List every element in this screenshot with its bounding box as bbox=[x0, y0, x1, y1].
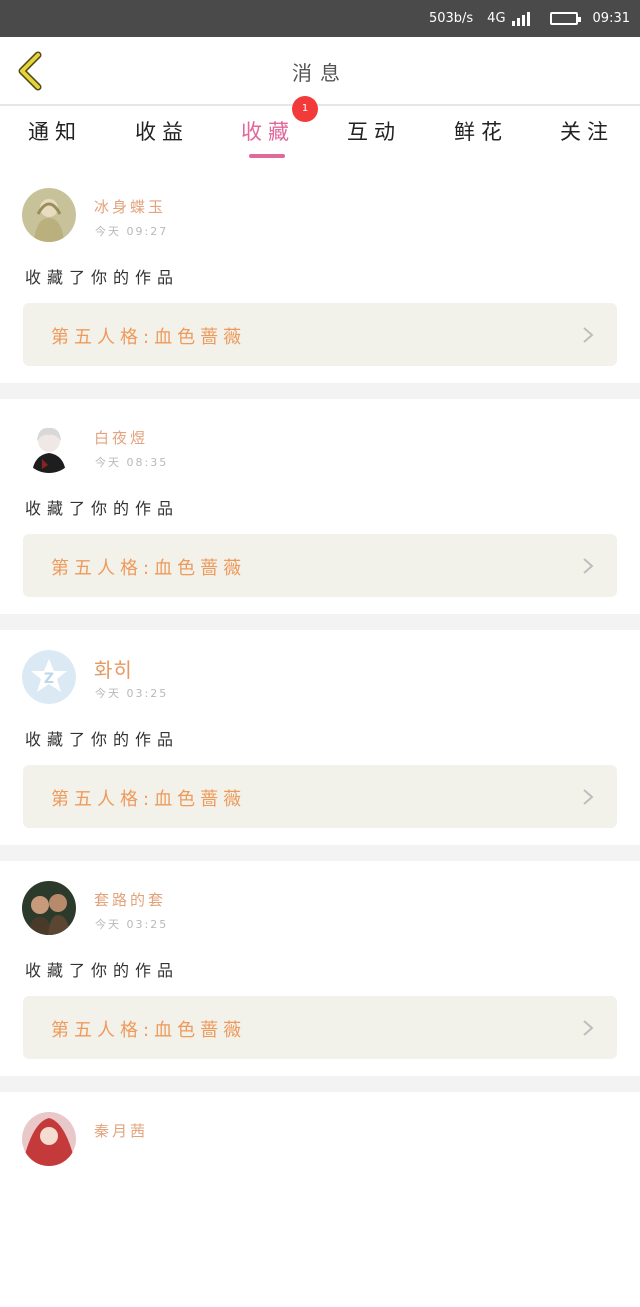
net-speed: 503b/s bbox=[428, 11, 474, 26]
work-title: 第五人格:血色蔷薇 bbox=[51, 327, 247, 348]
tab-follows[interactable]: 关注 bbox=[542, 116, 632, 146]
svg-text:Z: Z bbox=[44, 671, 54, 687]
avatar[interactable] bbox=[22, 188, 76, 242]
tab-flowers[interactable]: 鲜花 bbox=[436, 116, 526, 146]
chevron-right-icon bbox=[583, 789, 594, 805]
status-bar: 503b/s 4G 09:31 bbox=[0, 0, 640, 37]
work-title: 第五人格:血色蔷薇 bbox=[51, 1020, 247, 1041]
tab-label: 鲜花 bbox=[454, 120, 508, 144]
work-link[interactable]: 第五人格:血色蔷薇 bbox=[23, 303, 617, 366]
tab-earnings[interactable]: 收益 bbox=[117, 116, 207, 146]
avatar[interactable] bbox=[22, 1112, 76, 1166]
message-list: 冰身蝶玉 今天 09:27 收藏了你的作品 第五人格:血色蔷薇 白夜煜 今天 0… bbox=[0, 168, 640, 1307]
message-item: 秦月茜 bbox=[0, 1092, 640, 1307]
timestamp: 今天 09:27 bbox=[95, 225, 169, 238]
nav-header: 消息 bbox=[0, 37, 640, 106]
tab-label: 关注 bbox=[560, 120, 614, 144]
work-title: 第五人格:血色蔷薇 bbox=[51, 789, 247, 810]
chevron-right-icon bbox=[583, 1020, 594, 1036]
username[interactable]: 白夜煜 bbox=[94, 427, 148, 448]
timestamp: 今天 08:35 bbox=[95, 456, 169, 469]
tab-label: 收藏 bbox=[241, 120, 295, 144]
avatar[interactable] bbox=[22, 419, 76, 473]
network-type: 4G bbox=[487, 11, 506, 26]
avatar[interactable]: Z bbox=[22, 650, 76, 704]
work-title: 第五人格:血色蔷薇 bbox=[51, 558, 247, 579]
divider bbox=[0, 845, 640, 861]
avatar[interactable] bbox=[22, 881, 76, 935]
active-tab-indicator bbox=[249, 154, 285, 158]
chevron-right-icon bbox=[583, 327, 594, 343]
tab-label: 互动 bbox=[347, 120, 401, 144]
action-text: 收藏了你的作品 bbox=[25, 730, 180, 749]
tab-notifications[interactable]: 通知 bbox=[10, 116, 100, 146]
page-title: 消息 bbox=[292, 61, 348, 85]
divider bbox=[0, 614, 640, 630]
username[interactable]: 화히 bbox=[94, 654, 133, 683]
battery-icon bbox=[549, 12, 581, 25]
work-link[interactable]: 第五人格:血色蔷薇 bbox=[23, 765, 617, 828]
username[interactable]: 冰身蝶玉 bbox=[94, 196, 166, 217]
message-item: Z 화히 今天 03:25 收藏了你的作品 第五人格:血色蔷薇 bbox=[0, 630, 640, 845]
username[interactable]: 套路的套 bbox=[94, 889, 166, 910]
tab-label: 收益 bbox=[135, 120, 189, 144]
tab-interactions[interactable]: 互动 bbox=[329, 116, 419, 146]
work-link[interactable]: 第五人格:血色蔷薇 bbox=[23, 996, 617, 1059]
action-text: 收藏了你的作品 bbox=[25, 499, 180, 518]
timestamp: 今天 03:25 bbox=[95, 918, 169, 931]
divider bbox=[0, 1076, 640, 1092]
signal-icon bbox=[511, 11, 530, 26]
divider bbox=[0, 383, 640, 399]
chevron-right-icon bbox=[583, 558, 594, 574]
tab-label: 通知 bbox=[28, 120, 82, 144]
tab-bar: 通知 收益 收藏 互动 鲜花 关注 1 bbox=[0, 96, 640, 168]
message-item: 套路的套 今天 03:25 收藏了你的作品 第五人格:血色蔷薇 bbox=[0, 861, 640, 1076]
timestamp: 今天 03:25 bbox=[95, 687, 169, 700]
action-text: 收藏了你的作品 bbox=[25, 961, 180, 980]
message-item: 白夜煜 今天 08:35 收藏了你的作品 第五人格:血色蔷薇 bbox=[0, 399, 640, 614]
work-link[interactable]: 第五人格:血色蔷薇 bbox=[23, 534, 617, 597]
action-text: 收藏了你的作品 bbox=[25, 268, 180, 287]
message-item: 冰身蝶玉 今天 09:27 收藏了你的作品 第五人格:血色蔷薇 bbox=[0, 168, 640, 383]
clock: 09:31 bbox=[592, 11, 630, 26]
unread-badge: 1 bbox=[292, 96, 318, 122]
